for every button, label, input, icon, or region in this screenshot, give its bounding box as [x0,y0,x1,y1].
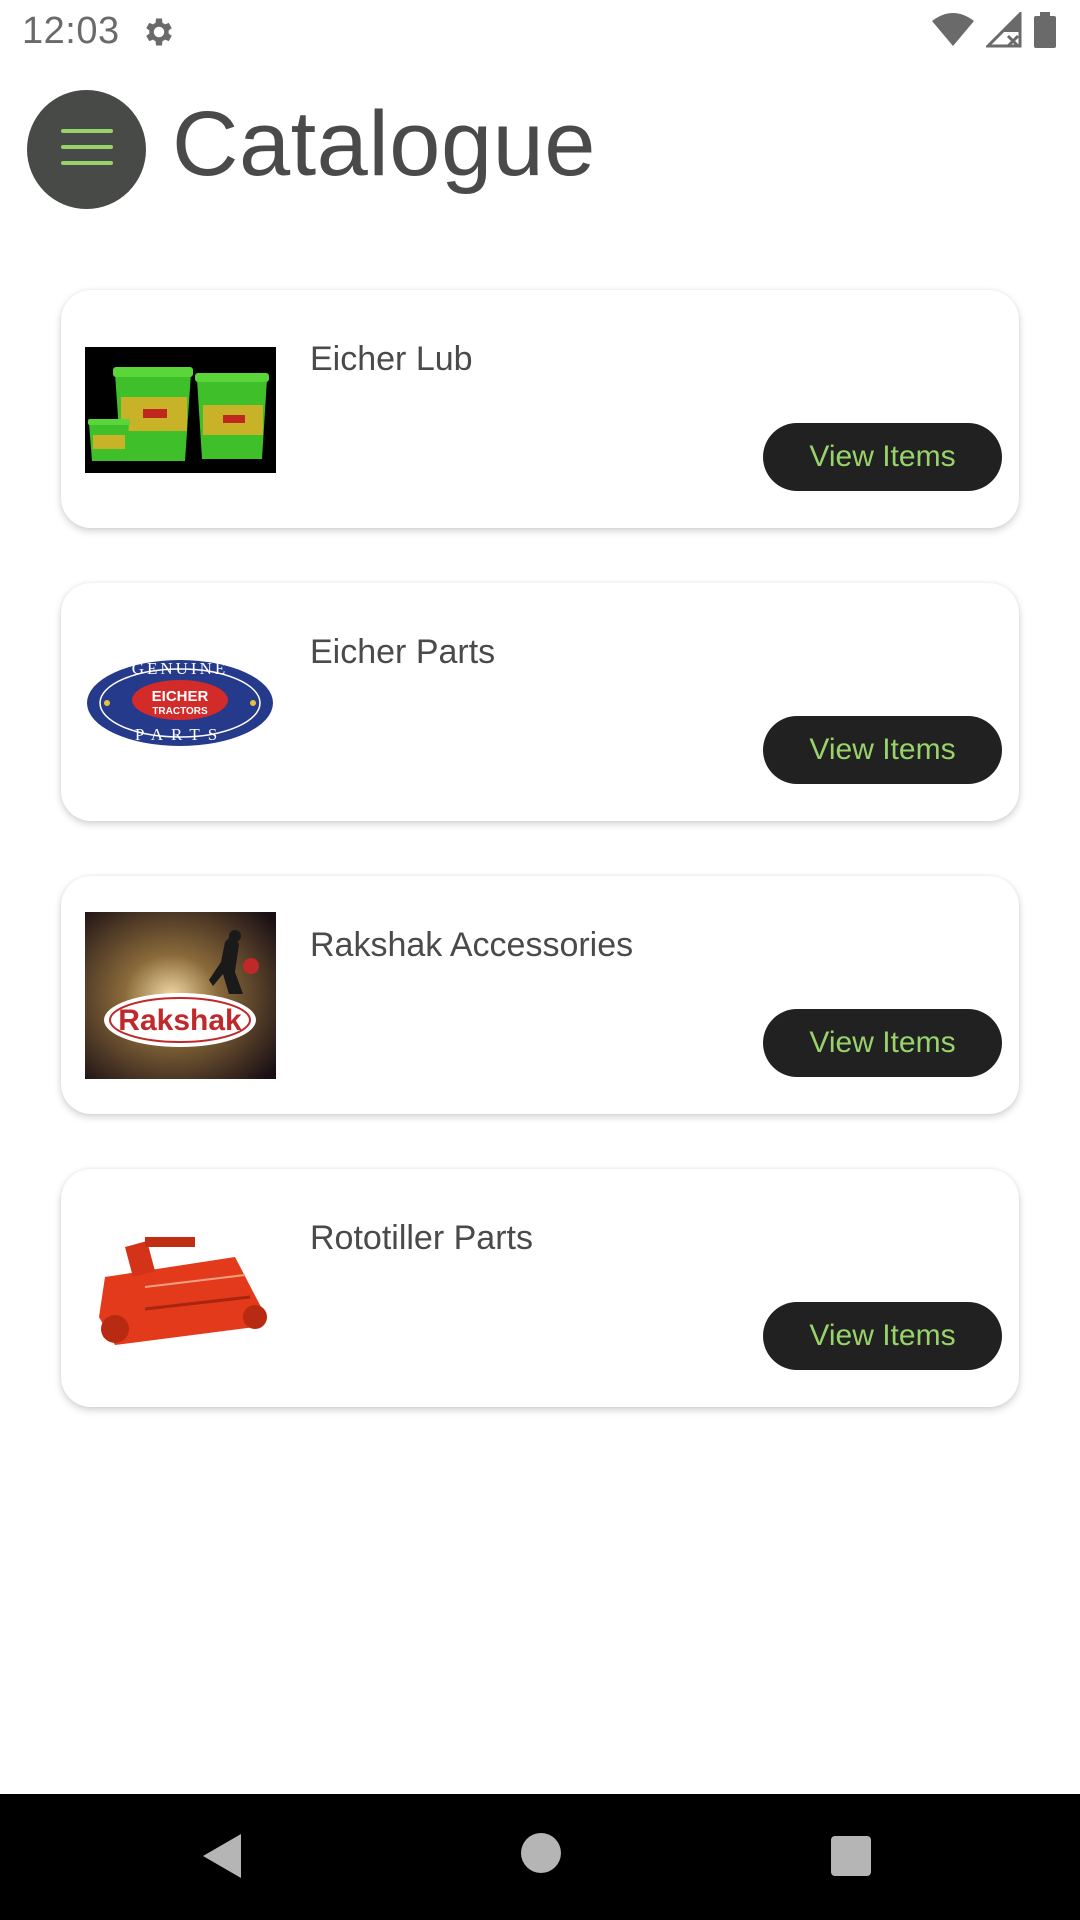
menu-button[interactable] [27,90,146,209]
wifi-icon [932,12,974,52]
lubricant-buckets-image [85,347,276,473]
rototiller-image [85,1217,276,1361]
status-icons [932,9,1056,53]
card-title: Eicher Lub [310,340,473,378]
home-icon[interactable] [521,1833,561,1873]
catalogue-card-rototiller-parts: Rototiller Parts View Items [61,1169,1019,1407]
card-title: Rototiller Parts [310,1219,533,1257]
cellular-no-data-icon [984,9,1022,53]
battery-icon [1034,11,1056,53]
hamburger-menu-icon [60,127,113,172]
svg-text:EICHER: EICHER [152,688,209,705]
svg-text:Rakshak: Rakshak [118,1004,242,1037]
status-time: 12:03 [22,10,120,52]
svg-text:PARTS: PARTS [135,725,225,744]
catalogue-card-eicher-lub: Eicher Lub View Items [61,290,1019,528]
view-items-button[interactable]: View Items [763,1009,1002,1077]
genuine-eicher-parts-logo: GENUINE EICHER TRACTORS PARTS [85,640,276,766]
catalogue-card-rakshak-accessories: Rakshak Rakshak Accessories View Items [61,876,1019,1114]
status-bar: 12:03 [0,0,1080,64]
page-title: Catalogue [172,93,596,195]
card-title: Rakshak Accessories [310,926,634,964]
view-items-button[interactable]: View Items [763,1302,1002,1370]
rakshak-logo: Rakshak [85,912,276,1079]
svg-text:GENUINE: GENUINE [132,659,229,678]
svg-text:TRACTORS: TRACTORS [152,706,208,717]
recents-icon[interactable] [831,1836,871,1876]
catalogue-card-eicher-parts: GENUINE EICHER TRACTORS PARTS Eicher Par… [61,583,1019,821]
settings-gear-icon [141,14,177,50]
catalogue-screen: 12:03 Catalogue Eicher Lub View Items GE… [0,0,1080,1920]
back-icon[interactable] [203,1834,243,1883]
catalogue-list: Eicher Lub View Items GENUINE EICHER TRA… [61,290,1019,1462]
view-items-button[interactable]: View Items [763,423,1002,491]
card-title: Eicher Parts [310,633,496,671]
view-items-button[interactable]: View Items [763,716,1002,784]
system-nav-bar [0,1794,1080,1920]
